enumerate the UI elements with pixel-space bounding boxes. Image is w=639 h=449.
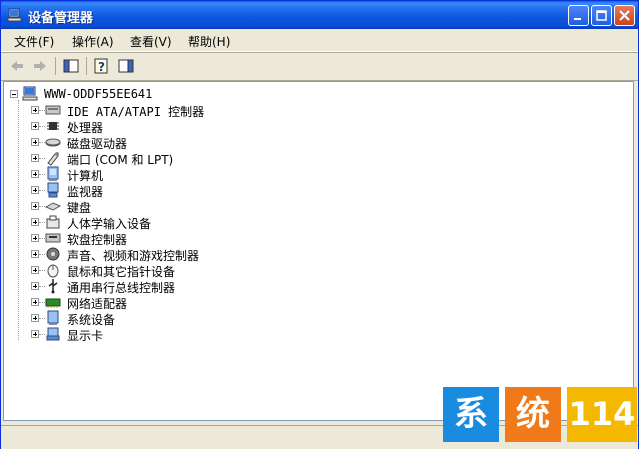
display-adapter-icon: [46, 327, 60, 341]
expand-toggle[interactable]: [31, 314, 39, 322]
tree-item-label: 网络适配器: [67, 297, 128, 311]
expand-toggle[interactable]: [31, 154, 39, 162]
maximize-button[interactable]: [591, 5, 612, 26]
expand-toggle[interactable]: [31, 298, 39, 306]
device-tree[interactable]: WWW-ODDF55EE641 IDE ATA/ATAPI 控制器 处理器磁盘驱动…: [3, 81, 634, 421]
menu-help[interactable]: 帮助(H): [188, 33, 230, 50]
tree-item-label: 计算机: [67, 169, 104, 183]
tree-item-label: 声音、视频和游戏控制器: [67, 249, 200, 263]
device-manager-window: 设备管理器 文件(F) 操作(A) 查看(V) 帮助(H) ? WWW-ODDF…: [0, 0, 639, 449]
tree-item-label: 端口 (COM 和 LPT): [67, 153, 174, 167]
expand-toggle[interactable]: [31, 218, 39, 226]
sound-icon: [46, 247, 60, 261]
tree-item-label: 处理器: [67, 121, 104, 135]
network-adapter-icon: [45, 298, 61, 308]
computer-icon: [22, 86, 38, 101]
expand-toggle[interactable]: [31, 330, 39, 338]
monitor-icon: [47, 182, 59, 198]
expand-toggle[interactable]: [31, 106, 39, 114]
tree-item-label: 磁盘驱动器: [67, 137, 128, 151]
menu-action[interactable]: 操作(A): [72, 33, 114, 50]
maximize-icon: [596, 10, 607, 21]
expand-toggle[interactable]: [31, 266, 39, 274]
tree-item-label: IDE ATA/ATAPI 控制器: [67, 105, 205, 119]
svg-text:?: ?: [98, 60, 105, 74]
tree-item-label: 键盘: [67, 201, 92, 215]
disk-drive-icon: [45, 138, 61, 147]
tree-item-label: 系统设备: [67, 313, 116, 327]
expand-toggle[interactable]: [31, 202, 39, 210]
expand-toggle[interactable]: [31, 138, 39, 146]
expand-toggle[interactable]: [31, 186, 39, 194]
port-icon: [47, 152, 59, 166]
device-manager-icon: [7, 8, 22, 22]
close-icon: [619, 10, 630, 21]
watermark-char-1: 系: [443, 387, 499, 442]
toolbar-separator: [86, 57, 87, 75]
toolbar: ?: [1, 52, 638, 81]
tree-item-label: 通用串行总线控制器: [67, 281, 176, 295]
menu-file[interactable]: 文件(F): [14, 33, 54, 50]
collapse-toggle[interactable]: [10, 90, 18, 98]
keyboard-icon: [45, 202, 61, 211]
forward-arrow-icon[interactable]: [31, 57, 49, 75]
watermark-char-2: 统: [505, 387, 561, 442]
computer-icon: [47, 166, 59, 181]
menu-view[interactable]: 查看(V): [130, 33, 172, 50]
minimize-icon: [574, 18, 581, 20]
help-properties-icon[interactable]: ?: [93, 57, 111, 75]
tree-item-label: 鼠标和其它指针设备: [67, 265, 176, 279]
tree-item-label: 监视器: [67, 185, 104, 199]
usb-icon: [48, 279, 58, 294]
expand-toggle[interactable]: [31, 170, 39, 178]
floppy-controller-icon: [45, 233, 61, 243]
properties-icon[interactable]: [117, 57, 135, 75]
hid-icon: [46, 215, 60, 229]
show-hide-console-tree-icon[interactable]: [62, 57, 80, 75]
minimize-button[interactable]: [568, 5, 589, 26]
menu-bar: 文件(F) 操作(A) 查看(V) 帮助(H): [1, 29, 638, 52]
expand-toggle[interactable]: [31, 282, 39, 290]
tree-guide-line: [18, 100, 20, 340]
close-button[interactable]: [614, 5, 635, 26]
tree-item-label: 显示卡: [67, 329, 104, 343]
tree-item-label: 软盘控制器: [67, 233, 128, 247]
watermark-logo: 系 统 114: [443, 387, 637, 445]
expand-toggle[interactable]: [31, 122, 39, 130]
window-title: 设备管理器: [28, 11, 94, 26]
back-arrow-icon[interactable]: [8, 57, 26, 75]
expand-toggle[interactable]: [31, 250, 39, 258]
title-bar[interactable]: 设备管理器: [1, 1, 638, 29]
computer-name: WWW-ODDF55EE641: [44, 87, 153, 101]
expand-toggle[interactable]: [31, 234, 39, 242]
ide-controller-icon: [45, 105, 61, 115]
mouse-icon: [47, 264, 59, 278]
system-device-icon: [47, 310, 59, 325]
tree-item-label: 人体学输入设备: [67, 217, 152, 231]
toolbar-separator: [55, 57, 56, 75]
processor-icon: [47, 122, 59, 130]
watermark-number: 114: [567, 387, 637, 442]
